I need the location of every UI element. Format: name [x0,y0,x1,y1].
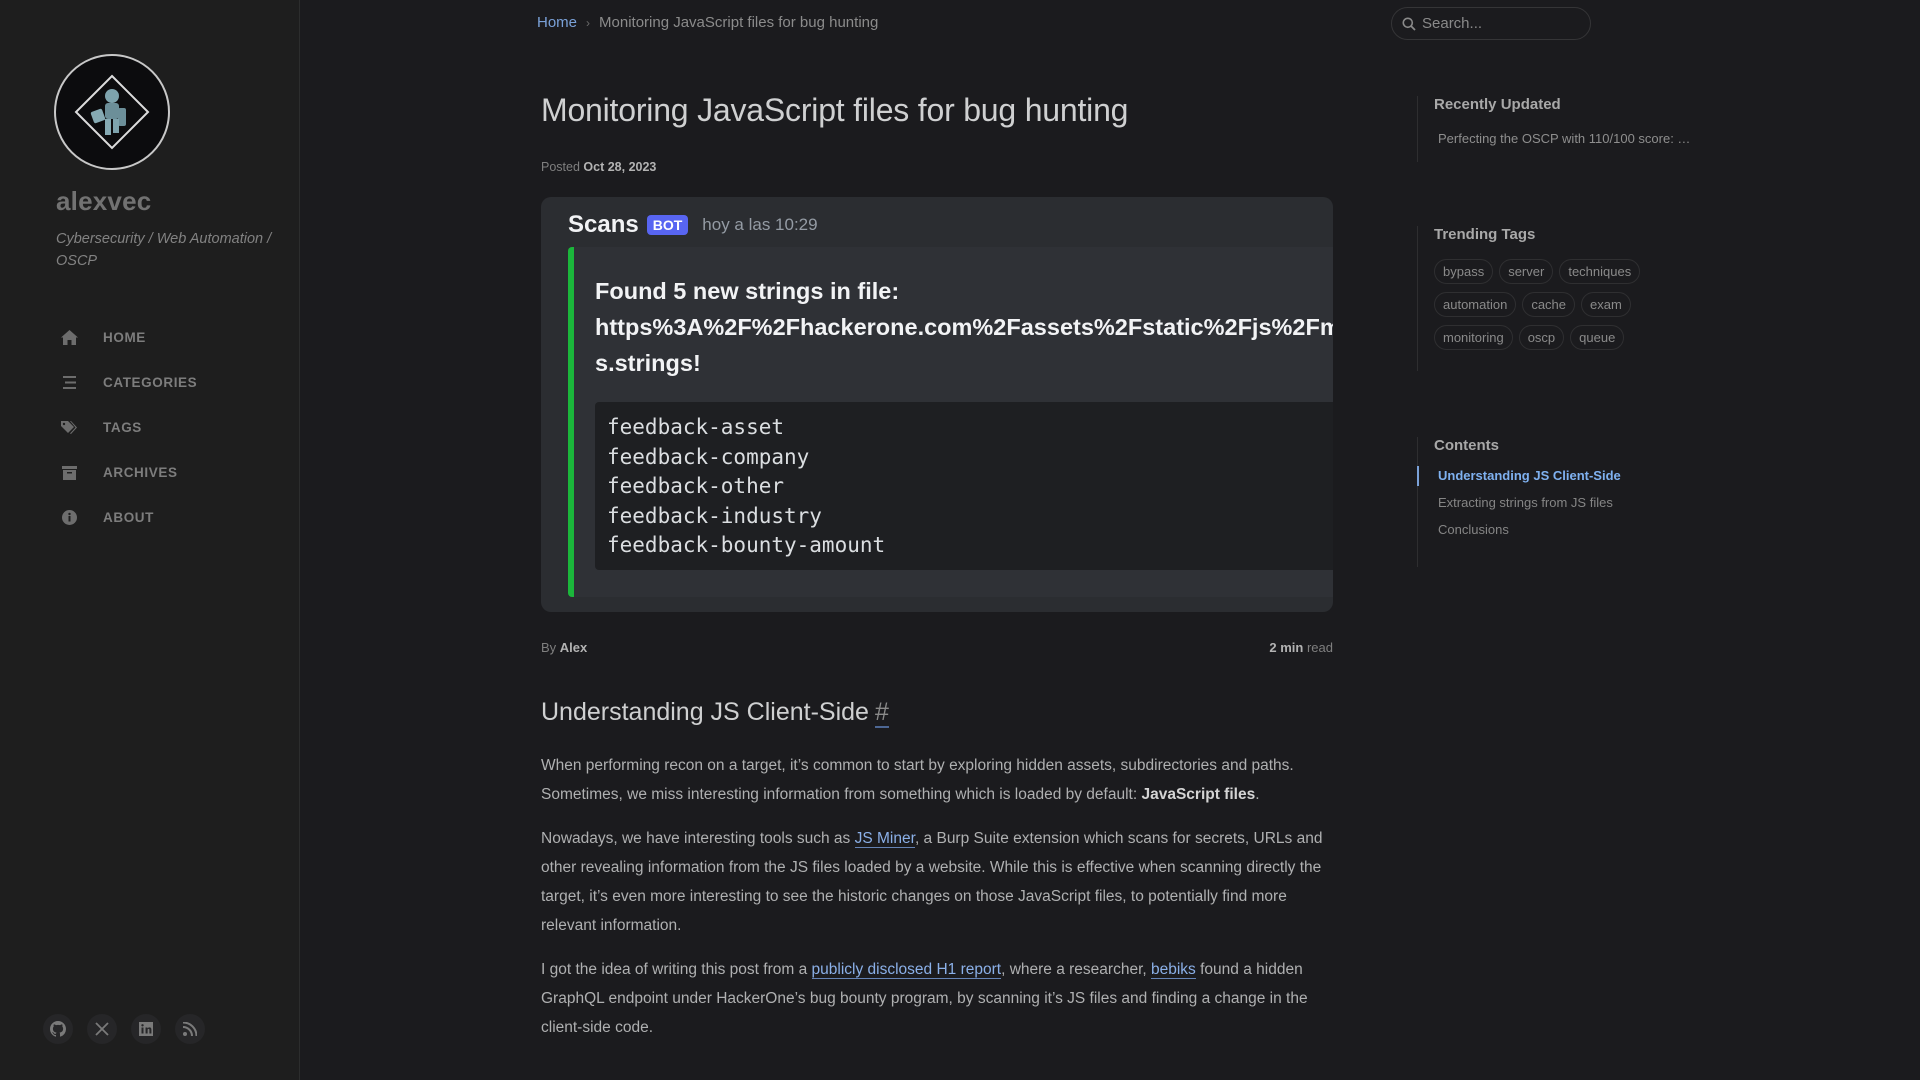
heading-anchor-link[interactable]: # [874,698,889,728]
found-string: feedback-company [607,444,810,469]
site-subtitle: Cybersecurity / Web Automation / OSCP [56,231,272,269]
info-icon [60,509,78,527]
breadcrumb-separator: › [586,15,591,30]
tag-cache[interactable]: cache [1522,292,1576,317]
linkedin-button[interactable] [131,1014,161,1044]
panel-heading: Recently Updated [1434,96,1561,113]
breadcrumb-home-link[interactable]: Home [537,14,577,31]
recent-post-link[interactable]: Perfecting the OSCP with 110/100 score: … [1438,131,1690,146]
post-title: Monitoring JavaScript files for bug hunt… [541,92,1129,128]
section-heading-text: Understanding JS Client-Side [541,698,869,726]
panel-heading: Contents [1434,437,1499,454]
sidebar-item-tags[interactable]: TAGS [0,405,300,450]
linkedin-icon [139,1022,153,1036]
toc-item-understanding-js[interactable]: Understanding JS Client-Side [1417,466,1621,486]
embed-code-block: feedback-asset feedback-company feedback… [595,402,1333,570]
bot-name: Scans [568,211,639,238]
text: . [1255,786,1260,803]
read-time-label: read [1306,640,1333,655]
tag-automation[interactable]: automation [1434,292,1517,317]
search-icon [1402,17,1416,31]
paragraph: Nowadays, we have interesting tools such… [541,824,1341,940]
home-icon [60,329,78,347]
tag-oscp[interactable]: oscp [1518,325,1565,350]
x-twitter-icon [95,1022,109,1036]
embed-title-line: Found 5 new strings in file: [595,278,900,304]
sidebar-item-label: HOME [103,330,146,345]
github-button[interactable] [43,1014,73,1044]
post-date: Posted Oct 28, 2023 [541,160,656,174]
trending-tags-panel: Trending Tags bypass server techniques a… [1417,226,1654,371]
text: Nowadays, we have interesting tools such… [541,830,855,847]
found-string: feedback-other [607,474,785,498]
sidebar-item-about[interactable]: ABOUT [0,495,300,540]
sidebar-item-label: ABOUT [103,510,154,525]
section-heading: Understanding JS Client-Side # [541,698,889,728]
bebiks-link[interactable]: bebiks [1151,961,1196,979]
breadcrumb-current: Monitoring JavaScript files for bug hunt… [599,14,879,31]
author-name: Alex [559,640,588,655]
x-twitter-button[interactable] [87,1014,117,1044]
search-input[interactable] [1422,15,1582,32]
tags-icon [60,419,78,437]
robot-logo-icon [74,74,150,150]
read-time: 2 min read [1240,640,1333,655]
avatar[interactable] [54,54,170,170]
embed-title-line: s.strings! [595,350,701,376]
author-label: By [541,640,557,655]
recently-updated-panel: Recently Updated Perfecting the OSCP wit… [1417,96,1690,162]
read-time-value: 2 min [1269,640,1304,655]
tag-exam[interactable]: exam [1581,292,1631,317]
tag-list: bypass server techniques automation cach… [1434,259,1654,350]
message-timestamp: hoy a las 10:29 [702,215,818,234]
found-string: feedback-asset [607,415,785,439]
post-author: By Alex [541,640,587,655]
toc-item-conclusions[interactable]: Conclusions [1434,522,1621,537]
tag-techniques[interactable]: techniques [1559,259,1641,284]
archive-icon [60,464,78,482]
posted-label: Posted [541,160,580,174]
text: I got the idea of writing this post from… [541,961,812,978]
sidebar-item-archives[interactable]: ARCHIVES [0,450,300,495]
tag-bypass[interactable]: bypass [1434,259,1494,284]
social-links [43,1014,205,1044]
search-box[interactable] [1391,7,1591,40]
sidebar-item-categories[interactable]: CATEGORIES [0,360,300,405]
site-title[interactable]: alexvec [56,186,151,217]
embed-title: Found 5 new strings in file: https%3A%2F… [595,273,1333,381]
paragraph: When performing recon on a target, it’s … [541,751,1341,809]
message-embed: Found 5 new strings in file: https%3A%2F… [568,247,1333,597]
found-string: feedback-industry [607,503,822,528]
embed-title-line: https%3A%2F%2Fhackerone.com%2Fassets%2Fs… [595,314,1333,340]
rss-icon [183,1022,197,1036]
list-icon [60,374,78,392]
tag-server[interactable]: server [1499,259,1554,284]
sidebar-item-home[interactable]: HOME [0,315,300,360]
sidebar-nav: HOME CATEGORIES TAGS ARCHIVES ABOUT [0,315,300,540]
tag-queue[interactable]: queue [1570,325,1625,350]
sidebar-item-label: CATEGORIES [103,375,198,390]
toc-item-extracting-strings[interactable]: Extracting strings from JS files [1434,495,1621,510]
paragraph: I got the idea of writing this post from… [541,955,1341,1042]
sidebar-item-label: TAGS [103,420,142,435]
tag-monitoring[interactable]: monitoring [1434,325,1513,350]
found-string: feedback-bounty-amount [607,533,886,557]
post-image-discord-message: Scans BOT hoy a las 10:29 Found 5 new st… [541,197,1333,612]
breadcrumb: Home › Monitoring JavaScript files for b… [537,14,878,31]
panel-heading: Trending Tags [1434,226,1536,243]
posted-date: Oct 28, 2023 [583,160,657,174]
bot-badge: BOT [646,215,689,235]
js-miner-link[interactable]: JS Miner [854,830,915,848]
h1-report-link[interactable]: publicly disclosed H1 report [811,961,1002,979]
text: , where a researcher, [1001,961,1151,978]
github-icon [50,1021,66,1037]
bold-text: JavaScript files [1141,786,1256,803]
toc-panel: Contents Understanding JS Client-Side Ex… [1417,437,1621,567]
sidebar-item-label: ARCHIVES [103,465,178,480]
rss-button[interactable] [175,1014,205,1044]
sidebar: alexvec Cybersecurity / Web Automation /… [0,0,300,1080]
message-header: Scans BOT hoy a las 10:29 [568,211,818,239]
